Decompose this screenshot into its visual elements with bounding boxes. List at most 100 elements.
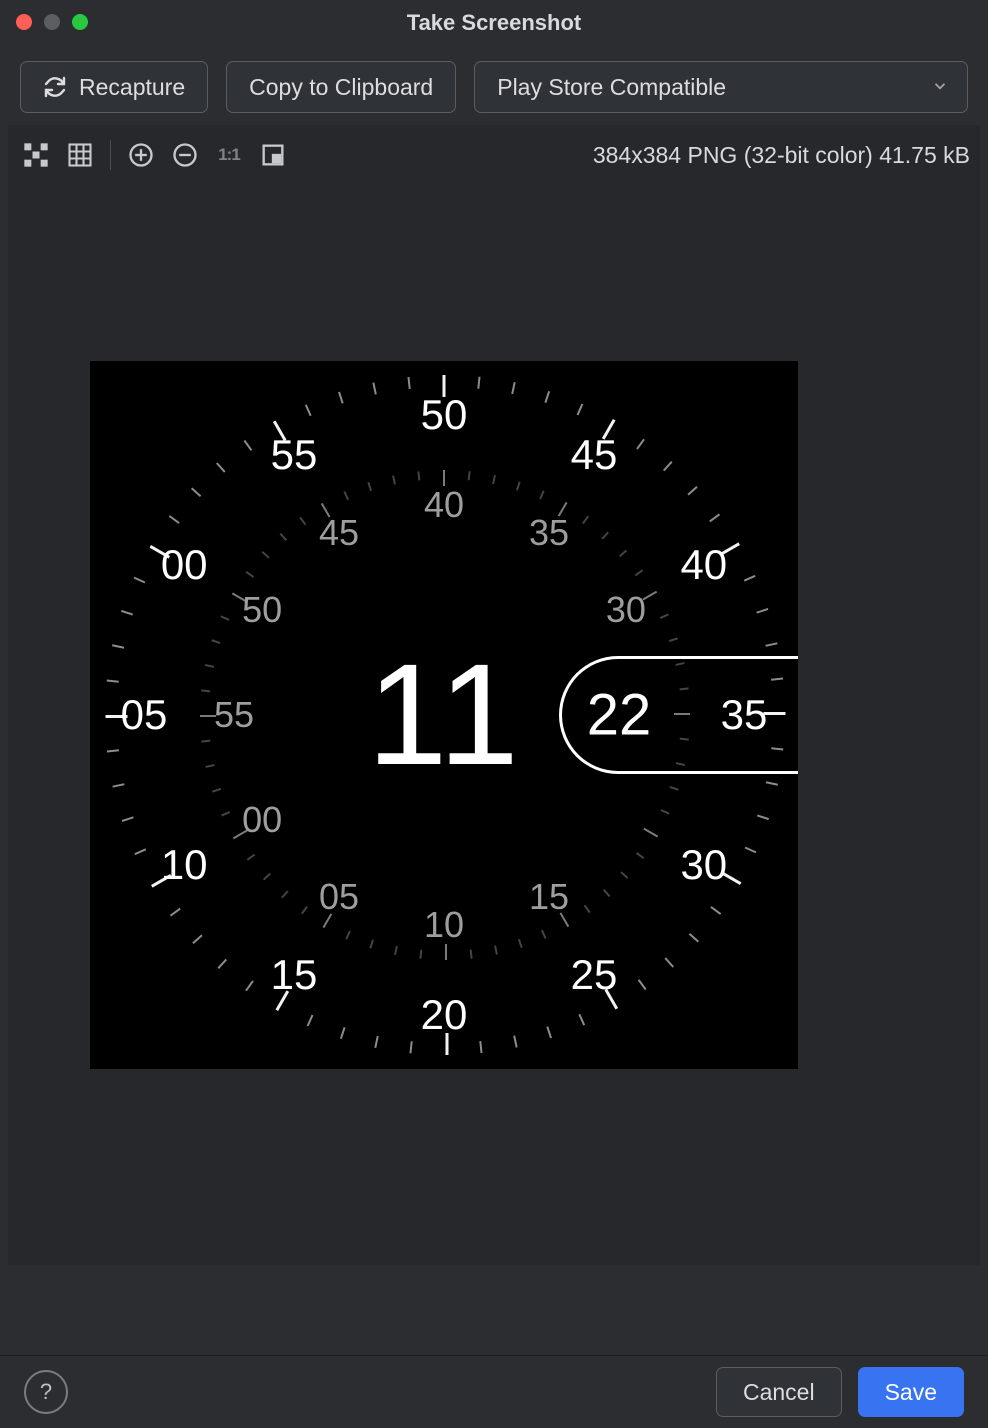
tick-outer <box>372 382 376 394</box>
tick-inner <box>205 664 214 668</box>
tick-inner <box>541 930 546 939</box>
tick-inner <box>233 830 248 840</box>
tick-inner <box>560 912 570 927</box>
dial-number: 30 <box>606 589 646 631</box>
window-controls <box>16 14 88 30</box>
tick-inner <box>394 946 398 955</box>
tick-outer <box>638 979 647 990</box>
tick-outer <box>107 679 119 682</box>
action-toolbar: Recapture Copy to Clipboard Play Store C… <box>0 47 988 121</box>
separator <box>110 140 111 170</box>
tick-inner <box>660 614 669 619</box>
tick-outer <box>689 933 699 943</box>
tick-outer <box>192 934 202 944</box>
tick-inner <box>661 809 670 814</box>
tick-inner <box>262 551 270 559</box>
format-select-value: Play Store Compatible <box>497 74 726 101</box>
tick-outer <box>513 1035 517 1047</box>
minimize-window-button[interactable] <box>44 14 60 30</box>
tick-inner <box>201 689 210 692</box>
tick-inner <box>635 569 643 576</box>
dial-number: 00 <box>161 541 208 589</box>
recapture-label: Recapture <box>79 74 185 101</box>
tick-outer <box>305 404 312 416</box>
tick-outer <box>765 642 777 646</box>
tick-outer <box>191 487 201 497</box>
dial-number: 45 <box>571 431 618 479</box>
tick-inner <box>344 491 349 500</box>
tick-inner <box>669 637 678 642</box>
watch-face: 11 3530252015100500555045402520151005005… <box>90 361 798 1069</box>
dial-number: 55 <box>214 694 254 736</box>
maximize-window-button[interactable] <box>72 14 88 30</box>
tick-inner <box>643 828 658 838</box>
tick-outer <box>169 515 180 524</box>
tick-inner <box>601 532 609 540</box>
tick-outer <box>577 404 584 416</box>
preview-area: 11 3530252015100500555045402520151005005… <box>8 185 980 1265</box>
tick-outer <box>744 575 756 582</box>
tick-inner <box>492 475 496 484</box>
tick-inner <box>200 715 216 717</box>
tick-inner <box>232 593 247 603</box>
tick-outer <box>511 382 515 394</box>
format-select[interactable]: Play Store Compatible <box>474 61 968 113</box>
tick-outer <box>443 375 446 397</box>
tick-outer <box>112 644 124 648</box>
tick-outer <box>122 816 134 822</box>
tick-outer <box>106 715 128 718</box>
grid-icon[interactable] <box>66 141 94 169</box>
help-button[interactable]: ? <box>24 1370 68 1414</box>
tick-inner <box>301 906 308 914</box>
dialog-footer: ? Cancel Save <box>0 1355 988 1428</box>
save-button[interactable]: Save <box>858 1367 964 1417</box>
copy-to-clipboard-button[interactable]: Copy to Clipboard <box>226 61 456 113</box>
tick-inner <box>369 939 374 948</box>
tick-inner <box>642 591 657 601</box>
tick-inner <box>669 786 678 791</box>
image-metadata: 384x384 PNG (32-bit color) 41.75 kB <box>593 142 970 169</box>
tick-inner <box>620 871 628 879</box>
tick-inner <box>221 811 230 816</box>
tick-inner <box>211 639 220 644</box>
fit-window-icon[interactable] <box>22 141 50 169</box>
close-window-button[interactable] <box>16 14 32 30</box>
zoom-out-icon[interactable] <box>171 141 199 169</box>
tick-outer <box>756 608 768 614</box>
tick-outer <box>216 462 226 472</box>
dial-number: 20 <box>421 991 468 1039</box>
tick-inner <box>582 516 589 524</box>
dial-number: 10 <box>161 841 208 889</box>
tick-inner <box>468 471 471 480</box>
tick-outer <box>338 392 344 404</box>
tick-inner <box>516 481 521 490</box>
tick-inner <box>443 470 445 486</box>
chevron-down-icon <box>931 74 949 101</box>
tick-outer <box>710 906 721 915</box>
tick-outer <box>636 439 645 450</box>
tick-outer <box>217 959 227 969</box>
tick-outer <box>409 1041 412 1053</box>
cancel-button[interactable]: Cancel <box>716 1367 842 1417</box>
zoom-in-icon[interactable] <box>127 141 155 169</box>
tick-inner <box>367 482 372 491</box>
tick-inner <box>205 764 214 768</box>
recapture-button[interactable]: Recapture <box>20 61 208 113</box>
tick-outer <box>546 1026 552 1038</box>
dial-number: 35 <box>529 512 569 554</box>
tick-inner <box>518 939 523 948</box>
tick-outer <box>107 749 119 752</box>
tick-outer <box>407 377 410 389</box>
preview-toolbar: 1:1 384x384 PNG (32-bit color) 41.75 kB <box>8 125 980 185</box>
tick-outer <box>244 440 253 451</box>
tick-outer <box>602 419 616 440</box>
tick-outer <box>170 908 181 917</box>
tick-inner <box>636 852 644 859</box>
dial-number: 45 <box>319 512 359 554</box>
tick-outer <box>605 989 619 1010</box>
tick-inner <box>603 889 611 897</box>
tick-inner <box>321 503 331 518</box>
frame-icon[interactable] <box>259 141 287 169</box>
tick-outer <box>578 1014 585 1026</box>
actual-size-icon[interactable]: 1:1 <box>215 141 243 169</box>
